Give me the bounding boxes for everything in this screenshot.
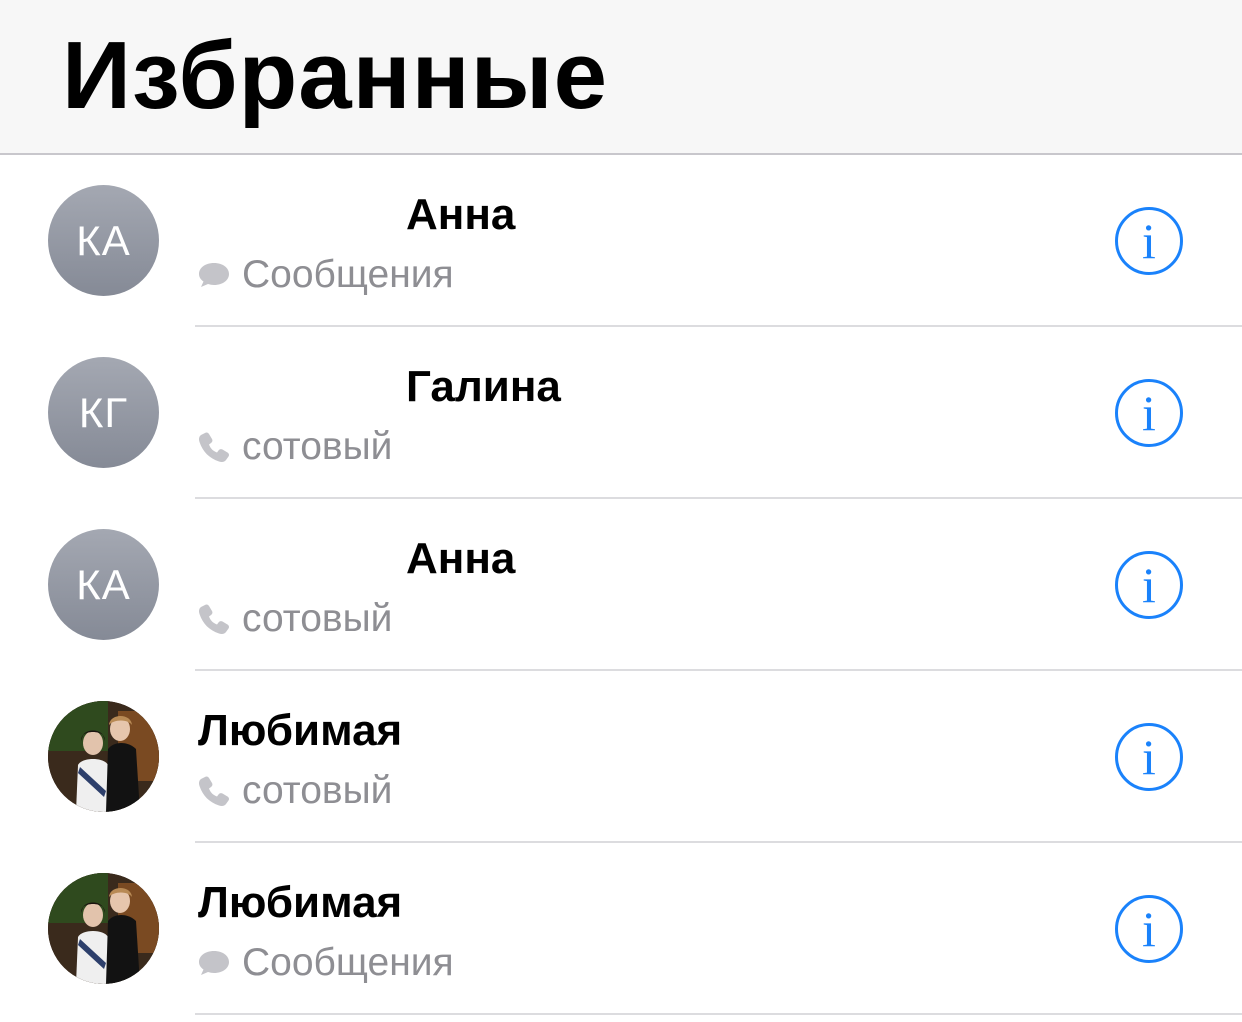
phone-icon	[196, 773, 232, 809]
info-button[interactable]: i	[1115, 551, 1183, 619]
contact-name: Любимая	[198, 878, 403, 927]
info-icon: i	[1142, 729, 1156, 785]
avatar: КГ	[48, 357, 159, 468]
row-separator	[195, 1013, 1242, 1015]
favorite-row[interactable]: КА Анна Сообщения i	[0, 155, 1242, 327]
contact-method-label: Сообщения	[242, 941, 454, 984]
info-icon: i	[1142, 557, 1156, 613]
contact-name: Анна	[406, 534, 516, 583]
info-icon: i	[1142, 385, 1156, 441]
info-button[interactable]: i	[1115, 207, 1183, 275]
contact-method-label: сотовый	[242, 425, 393, 468]
favorite-row[interactable]: КГ Галина сотовый i	[0, 327, 1242, 499]
contact-method-label: сотовый	[242, 597, 393, 640]
info-icon: i	[1142, 213, 1156, 269]
contact-method: сотовый	[196, 421, 392, 473]
contact-method: Сообщения	[196, 249, 454, 301]
info-icon: i	[1142, 901, 1156, 957]
info-button[interactable]: i	[1115, 895, 1183, 963]
message-bubble-icon	[196, 257, 232, 293]
contact-method: сотовый	[196, 593, 392, 645]
avatar-photo	[48, 873, 159, 984]
contact-name: Любимая	[198, 706, 403, 755]
contact-method: сотовый	[196, 765, 392, 817]
contact-name: Галина	[406, 362, 561, 411]
avatar: КА	[48, 185, 159, 296]
contact-method-label: сотовый	[242, 769, 393, 812]
contact-method: Сообщения	[196, 937, 454, 989]
favorite-row[interactable]: КА Анна сотовый i	[0, 499, 1242, 671]
contact-method-label: Сообщения	[242, 253, 454, 296]
phone-icon	[196, 601, 232, 637]
message-bubble-icon	[196, 945, 232, 981]
favorites-list: КА Анна Сообщения i КГ Галина сотовый i …	[0, 155, 1242, 1015]
phone-icon	[196, 429, 232, 465]
favorite-row[interactable]: Любимая сотовый i	[0, 671, 1242, 843]
avatar-photo	[48, 701, 159, 812]
favorite-row[interactable]: Любимая Сообщения i	[0, 843, 1242, 1015]
page-title: Избранные	[62, 22, 608, 129]
avatar: КА	[48, 529, 159, 640]
navigation-bar: Избранные	[0, 0, 1242, 155]
info-button[interactable]: i	[1115, 723, 1183, 791]
info-button[interactable]: i	[1115, 379, 1183, 447]
contact-name: Анна	[406, 190, 516, 239]
